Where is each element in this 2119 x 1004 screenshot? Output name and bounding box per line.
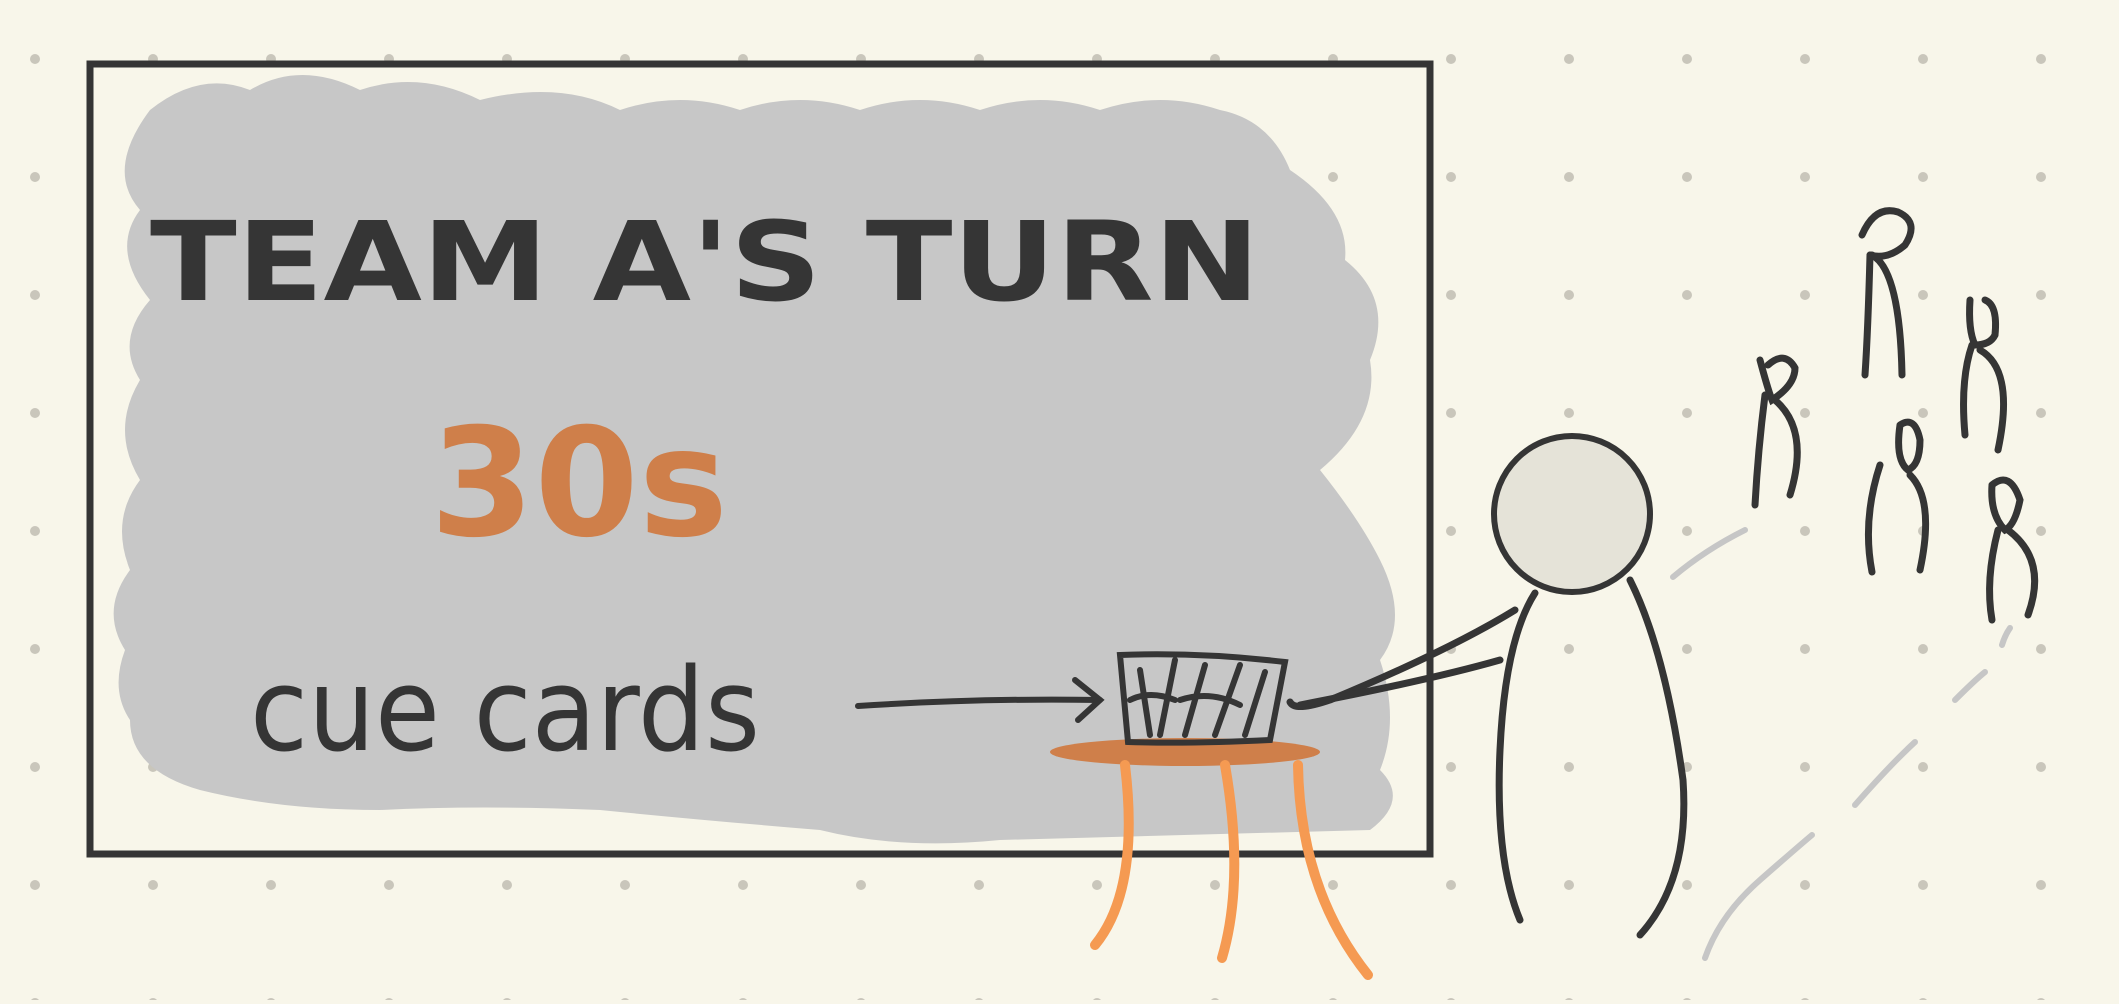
- cue-cards-label: cue cards: [250, 644, 760, 778]
- timer-label: 30s: [430, 397, 728, 571]
- whiteboard-canvas: TEAM A'S TURN 30s cue cards: [0, 0, 2119, 1000]
- board-title: TEAM A'S TURN: [150, 198, 1260, 326]
